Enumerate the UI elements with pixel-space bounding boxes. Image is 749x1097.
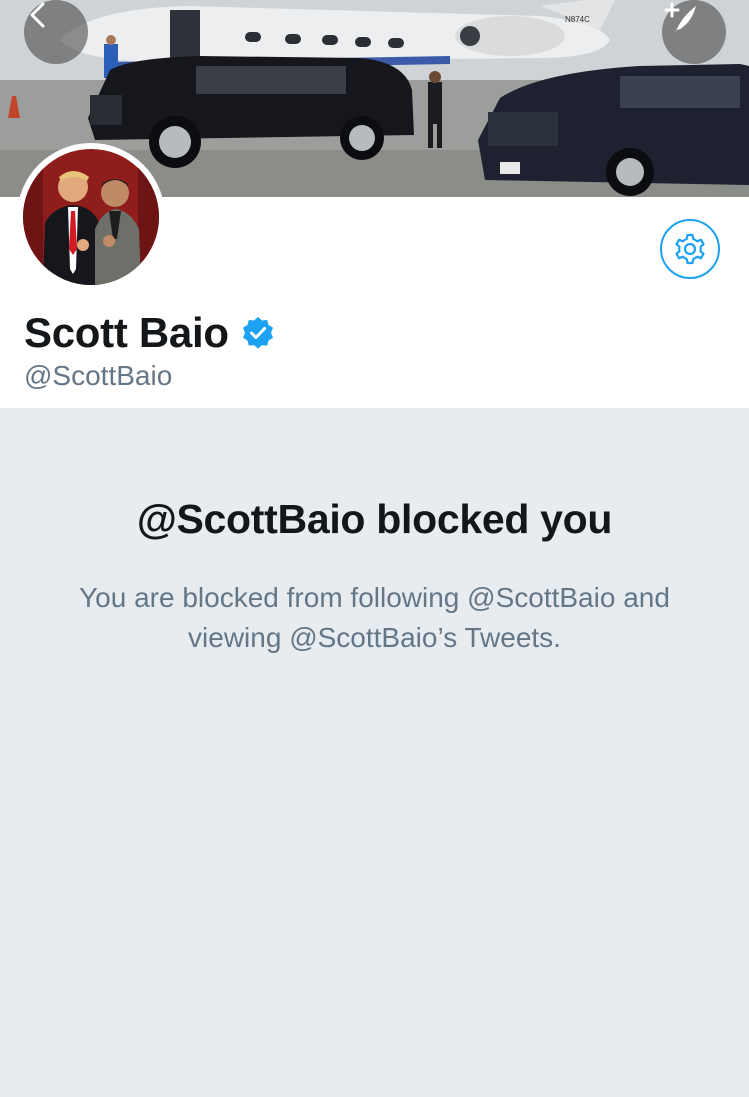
verified-badge-icon <box>242 317 273 349</box>
svg-text:N874C: N874C <box>565 15 590 24</box>
avatar[interactable] <box>17 143 165 291</box>
gear-icon <box>675 233 705 265</box>
profile-page: N874C Scott Baio @ScottBaio @ScottBaio b… <box>0 0 749 1097</box>
display-name: Scott Baio <box>24 309 229 356</box>
compose-tweet-icon <box>664 2 696 36</box>
blocked-title: @ScottBaio blocked you <box>136 496 613 542</box>
profile-name-row: Scott Baio <box>24 306 275 360</box>
back-button[interactable] <box>24 0 88 64</box>
blocked-message: You are blocked from following @ScottBai… <box>79 582 670 653</box>
avatar-photo <box>23 149 159 285</box>
settings-button[interactable] <box>660 219 720 279</box>
profile-handle: @ScottBaio <box>24 360 173 391</box>
compose-tweet-button[interactable] <box>662 0 726 64</box>
chevron-left-icon <box>30 2 45 28</box>
